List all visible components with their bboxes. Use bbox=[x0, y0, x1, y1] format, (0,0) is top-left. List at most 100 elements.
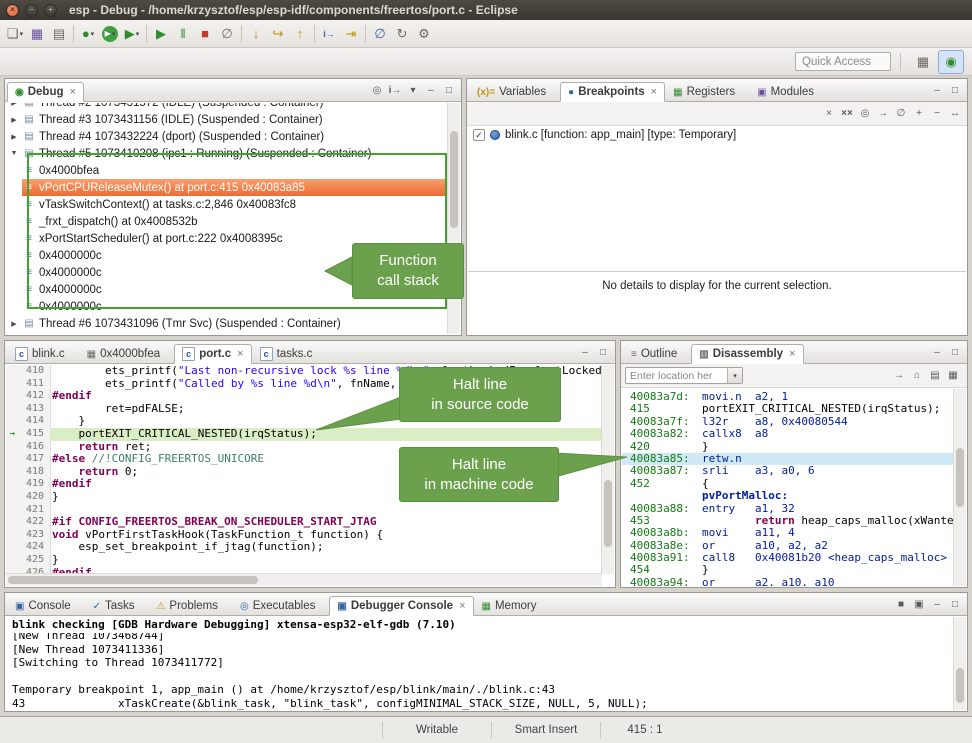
debug-tree-row[interactable]: ≡ vPortCPUReleaseMutex() at port.c:415 0… bbox=[6, 179, 448, 196]
editor-horizontal-scrollbar[interactable] bbox=[6, 573, 602, 586]
disassembly-scrollbar[interactable] bbox=[953, 389, 966, 586]
code-line[interactable]: 418 return 0; bbox=[6, 466, 602, 479]
maximize-icon[interactable]: □ bbox=[947, 344, 963, 360]
skip-all-breakpoints-icon[interactable]: ∅ bbox=[893, 106, 909, 122]
tab-close-icon[interactable]: × bbox=[789, 348, 795, 360]
maximize-icon[interactable]: □ bbox=[595, 344, 611, 360]
expand-arrow-icon[interactable]: ▶ bbox=[6, 320, 22, 328]
disassembly-line[interactable]: 40083a94:or a2, a10, a10 bbox=[622, 577, 954, 586]
step-return-icon[interactable]: ↑ bbox=[289, 23, 311, 45]
tab-executables[interactable]: ◎ Executables bbox=[232, 596, 329, 616]
debug-icon[interactable]: ● bbox=[77, 23, 99, 45]
settings-icon[interactable]: ⚙ bbox=[413, 23, 435, 45]
show-breakpoints-icon[interactable]: ◎ bbox=[857, 106, 873, 122]
minimize-icon[interactable]: – bbox=[423, 82, 439, 98]
expand-arrow-icon[interactable]: ▶ bbox=[6, 133, 22, 141]
tab-tasks-c[interactable]: c tasks.c bbox=[252, 344, 327, 364]
disassembly-listing[interactable]: 40083a7d:movi.n a2, 1415portEXIT_CRITICA… bbox=[622, 389, 954, 586]
remove-all-breakpoints-icon[interactable]: ×× bbox=[839, 106, 855, 122]
link-with-debug-icon[interactable]: ↔ bbox=[947, 106, 963, 122]
debug-scrollbar[interactable] bbox=[447, 103, 460, 334]
maximize-icon[interactable]: □ bbox=[947, 596, 963, 612]
debug-tree-row[interactable]: ▶ ▤ Thread #6 1073431096 (Tmr Svc) (Susp… bbox=[6, 315, 448, 332]
location-input[interactable]: Enter location her ▾ bbox=[625, 367, 743, 384]
expand-arrow-icon[interactable]: ▶ bbox=[6, 103, 22, 107]
tab-debug[interactable]: ◉ Debug × bbox=[7, 82, 84, 102]
tab-close-icon[interactable]: × bbox=[651, 86, 657, 98]
debug-tree-row[interactable]: ≡ 0x4000000c bbox=[6, 247, 448, 264]
window-maximize-button[interactable]: + bbox=[44, 4, 57, 17]
debug-tree-row[interactable]: ≡ xPortStartScheduler() at port.c:222 0x… bbox=[6, 230, 448, 247]
debug-tree-row[interactable]: ▶ ▤ Thread #2 1073431572 (IDLE) (Suspend… bbox=[6, 103, 448, 111]
collapse-all-icon[interactable]: − bbox=[929, 106, 945, 122]
breakpoint-checkbox[interactable]: ✓ bbox=[473, 129, 485, 141]
step-into-icon[interactable]: ↓ bbox=[245, 23, 267, 45]
tab-close-icon[interactable]: × bbox=[237, 348, 243, 360]
tab-modules[interactable]: ▣ Modules bbox=[749, 82, 828, 102]
terminate-icon[interactable]: ■ bbox=[194, 23, 216, 45]
skip-all-breakpoints-icon[interactable]: ∅ bbox=[369, 23, 391, 45]
open-console-icon[interactable]: ▣ bbox=[911, 596, 927, 612]
suspend-icon[interactable]: ‖ bbox=[172, 23, 194, 45]
code-line[interactable]: 424 esp_set_breakpoint_if_jtag(function)… bbox=[6, 541, 602, 554]
tab-blink-c[interactable]: c blink.c bbox=[7, 344, 79, 364]
console-output[interactable]: [New Thread 1073468744][New Thread 10734… bbox=[6, 633, 954, 710]
print-icon[interactable]: ▤ bbox=[48, 23, 70, 45]
disassembly-line[interactable]: 40083a82:callx8 a8 bbox=[622, 428, 954, 440]
home-icon[interactable]: ⌂ bbox=[909, 368, 925, 384]
remove-breakpoint-icon[interactable]: × bbox=[821, 106, 837, 122]
maximize-icon[interactable]: □ bbox=[441, 82, 457, 98]
breakpoint-entry[interactable]: ✓ blink.c [function: app_main] [type: Te… bbox=[467, 126, 967, 144]
external-tools-icon[interactable]: ▶ bbox=[121, 23, 143, 45]
debug-tree-row[interactable]: ≡ 0x4000bfea bbox=[6, 162, 448, 179]
location-dropdown-icon[interactable]: ▾ bbox=[727, 368, 742, 383]
code-line[interactable]: 419 #endif bbox=[6, 478, 602, 491]
resume-icon[interactable]: ▶ bbox=[150, 23, 172, 45]
tab-breakpoints[interactable]: ● Breakpoints × bbox=[560, 82, 665, 102]
debug-perspective-icon[interactable]: ◉ bbox=[938, 50, 964, 74]
view-menu-icon[interactable]: ▾ bbox=[405, 82, 421, 98]
instruction-stepping-toggle-icon[interactable]: i→ bbox=[387, 82, 403, 98]
console-scrollbar[interactable] bbox=[953, 617, 966, 710]
debug-tree-row[interactable]: ≡ 0x4000000c bbox=[6, 298, 448, 315]
code-line[interactable]: 413 ret=pdFALSE; bbox=[6, 403, 602, 416]
run-icon[interactable]: ▶ bbox=[102, 26, 118, 42]
debug-tree-row[interactable]: ▼ ▤ Thread #5 1073410208 (ipc1 : Running… bbox=[6, 145, 448, 162]
refresh-icon[interactable]: ↻ bbox=[391, 23, 413, 45]
tab-memory[interactable]: ▦ Memory bbox=[474, 596, 551, 616]
step-over-icon[interactable]: ↪ bbox=[267, 23, 289, 45]
go-to-file-icon[interactable]: → bbox=[875, 106, 891, 122]
open-perspective-icon[interactable]: ▦ bbox=[910, 50, 936, 74]
expand-arrow-icon[interactable]: ▼ bbox=[6, 150, 22, 157]
track-expression-icon[interactable]: ▦ bbox=[945, 368, 961, 384]
instruction-stepping-icon[interactable]: i→ bbox=[318, 23, 340, 45]
debug-tree-row[interactable]: ≡ _frxt_dispatch() at 0x4008532b bbox=[6, 213, 448, 230]
tab-debugger-console[interactable]: ▣ Debugger Console × bbox=[329, 596, 473, 616]
trace-icon[interactable]: ◎ bbox=[369, 82, 385, 98]
window-minimize-button[interactable]: – bbox=[25, 4, 38, 17]
disconnect-icon[interactable]: ∅ bbox=[216, 23, 238, 45]
new-wizard-icon[interactable]: ❏ bbox=[4, 23, 26, 45]
window-close-button[interactable]: × bbox=[6, 4, 19, 17]
debug-tree-row[interactable]: ≡ vTaskSwitchContext() at tasks.c:2,846 … bbox=[6, 196, 448, 213]
tab-console[interactable]: ▣ Console bbox=[7, 596, 85, 616]
tab-port-c[interactable]: c port.c × bbox=[174, 344, 251, 364]
code-line[interactable]: 411 ets_printf("Called by %s line %d\n",… bbox=[6, 378, 602, 391]
expand-all-icon[interactable]: + bbox=[911, 106, 927, 122]
code-editor[interactable]: 410 ets_printf("Last non-recursive lock … bbox=[6, 365, 602, 574]
quick-access-input[interactable]: Quick Access bbox=[795, 52, 891, 71]
maximize-icon[interactable]: □ bbox=[947, 82, 963, 98]
tab-close-icon[interactable]: × bbox=[70, 86, 76, 98]
disassembly-line[interactable]: 40083a91:call8 0x40081b20 <heap_caps_mal… bbox=[622, 552, 954, 564]
tab-0x4000bfea[interactable]: ▦ 0x4000bfea bbox=[79, 344, 175, 364]
use-step-filters-icon[interactable]: ⇥ bbox=[340, 23, 362, 45]
minimize-icon[interactable]: – bbox=[929, 344, 945, 360]
debug-tree-row[interactable]: ≡ 0x4000000c bbox=[6, 281, 448, 298]
minimize-icon[interactable]: – bbox=[577, 344, 593, 360]
sync-pc-icon[interactable]: → bbox=[891, 368, 907, 384]
minimize-icon[interactable]: – bbox=[929, 596, 945, 612]
minimize-icon[interactable]: – bbox=[929, 82, 945, 98]
disassembly-line[interactable]: 40083a87:srli a3, a0, 6 bbox=[622, 465, 954, 477]
tab-problems[interactable]: ⚠ Problems bbox=[148, 596, 232, 616]
code-line[interactable]: 425 } bbox=[6, 554, 602, 567]
